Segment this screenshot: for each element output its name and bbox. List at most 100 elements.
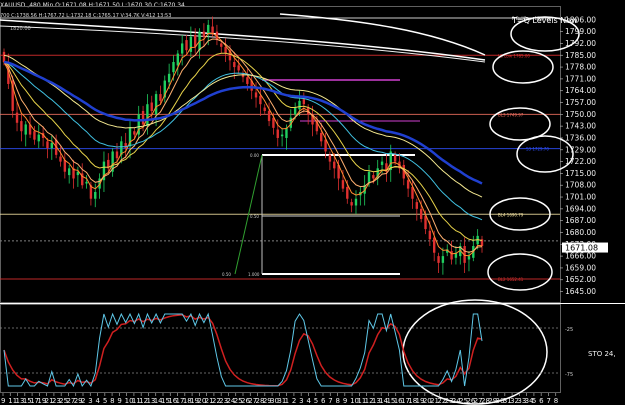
stoch-tick-label-1: -75 bbox=[565, 372, 573, 378]
time-tick-label-75: 7 bbox=[546, 397, 550, 405]
candle-body bbox=[333, 161, 336, 169]
candle-body bbox=[59, 156, 62, 162]
candle-body bbox=[293, 107, 297, 115]
candle-body bbox=[224, 46, 227, 54]
time-tick-label-42: 4 bbox=[306, 397, 311, 405]
candle-body bbox=[263, 107, 266, 111]
price-axis[interactable]: 1806.001799.001792.001785.001778.001771.… bbox=[560, 15, 608, 378]
candle-body bbox=[428, 230, 432, 240]
price-tick-label-17: 1687.00 bbox=[565, 216, 596, 225]
time-tick-label-13: 4 bbox=[96, 397, 101, 405]
candle-body bbox=[220, 43, 223, 47]
annotation-oval-6 bbox=[402, 299, 548, 405]
price-tick-label-10: 1736.00 bbox=[565, 133, 596, 142]
candle-body bbox=[194, 35, 197, 47]
candle-body bbox=[24, 124, 27, 135]
candle-body bbox=[124, 143, 127, 149]
time-tick-label-11: 2 bbox=[81, 397, 85, 405]
annotation-oval-5 bbox=[487, 253, 553, 291]
price-tick-label-3: 1785.00 bbox=[565, 51, 596, 60]
candle-body bbox=[267, 110, 271, 122]
candle-body bbox=[180, 43, 184, 54]
time-tick-label-16: 9 bbox=[117, 397, 121, 405]
chart-window[interactable]: XAUUSD ,480 Min O:1671.08 H:1671.50 L:16… bbox=[0, 0, 625, 405]
candle-body bbox=[415, 202, 419, 209]
candle-body bbox=[20, 121, 23, 132]
price-tick-label-21: 1659.00 bbox=[565, 263, 596, 272]
candle-body bbox=[372, 175, 375, 179]
price-tick-label-6: 1764.00 bbox=[565, 86, 596, 95]
price-tick-label-14: 1708.00 bbox=[565, 181, 596, 190]
candle-body bbox=[94, 191, 97, 199]
ma-cyan bbox=[3, 61, 483, 221]
candle-body bbox=[159, 94, 162, 101]
price-chart[interactable]: 0.000.500.50 1.000 R BullOver 1807.10LB L… bbox=[0, 0, 625, 405]
price-tick-label-4: 1778.00 bbox=[565, 63, 596, 72]
candle-body bbox=[63, 159, 67, 172]
candle-body bbox=[380, 161, 384, 165]
candle-body bbox=[150, 102, 153, 111]
candle-body bbox=[346, 186, 349, 199]
price-tick-label-2: 1792.00 bbox=[565, 39, 596, 48]
overlay-title: T=Q Levels New bbox=[511, 16, 578, 25]
candle-body bbox=[207, 24, 210, 34]
candle-body bbox=[246, 77, 249, 84]
candle-body bbox=[328, 154, 332, 162]
candle-body bbox=[185, 40, 188, 51]
fib-label-3: 1.000 bbox=[248, 272, 260, 277]
fib-label-2: 0.50 bbox=[222, 272, 231, 277]
candle-body bbox=[467, 256, 471, 260]
ma-fast-orange bbox=[3, 32, 483, 257]
candle-body bbox=[141, 110, 145, 125]
time-axis[interactable]: 9 111315171921232527292 3 4 5 8 9 1011121314151… bbox=[1, 393, 558, 405]
annotation-ovals bbox=[402, 16, 580, 405]
candle-body bbox=[237, 65, 240, 71]
stoch-tick-label-0: -25 bbox=[565, 327, 573, 333]
time-tick-label-45: 7 bbox=[328, 397, 332, 405]
candle-body bbox=[350, 202, 353, 206]
candle-body bbox=[115, 151, 119, 159]
candle-body bbox=[406, 180, 410, 189]
candle-body bbox=[341, 180, 345, 189]
candle-body bbox=[15, 112, 19, 123]
candle-body bbox=[280, 134, 284, 137]
time-tick-label-41: 3 bbox=[299, 397, 303, 405]
price-tick-label-7: 1757.00 bbox=[565, 98, 596, 107]
time-tick-label-39: 1 bbox=[285, 397, 289, 405]
candle-body bbox=[354, 198, 358, 206]
time-tick-label-0: 9 bbox=[1, 397, 5, 405]
price-tick-label-13: 1715.00 bbox=[565, 169, 596, 178]
time-tick-label-74: 6 bbox=[539, 397, 544, 405]
price-tick-label-15: 1701.00 bbox=[565, 193, 596, 202]
time-tick-label-73: 5 bbox=[532, 397, 536, 405]
level-label-5: BL2 1652.41 bbox=[498, 277, 524, 282]
price-tick-label-5: 1771.00 bbox=[565, 74, 596, 83]
candle-body bbox=[37, 134, 40, 142]
candle-body bbox=[419, 208, 423, 219]
candle-body bbox=[259, 95, 262, 105]
price-tick-label-9: 1743.00 bbox=[565, 122, 596, 131]
candle-body bbox=[437, 256, 440, 263]
candle-body bbox=[254, 92, 258, 98]
candle-body bbox=[176, 53, 180, 66]
candle-body bbox=[211, 26, 214, 34]
fib-label-1: 0.50 bbox=[250, 214, 259, 219]
level-label-2: BL3 1749.97 bbox=[498, 112, 524, 117]
candle-body bbox=[202, 31, 206, 37]
price-tick-label-11: 1729.00 bbox=[565, 145, 596, 154]
candle-body bbox=[433, 237, 436, 253]
price-tick-label-22: 1652.00 bbox=[565, 275, 596, 284]
price-tick-label-18: 1680.00 bbox=[565, 228, 596, 237]
candle-body bbox=[50, 143, 53, 149]
current-price-label: 1671.08 bbox=[565, 244, 598, 253]
time-tick-label-12: 3 bbox=[88, 397, 92, 405]
candle-body bbox=[33, 131, 36, 140]
candle-body bbox=[367, 171, 371, 184]
time-tick-label-44: 6 bbox=[321, 397, 326, 405]
candle-body bbox=[233, 62, 236, 68]
candle-body bbox=[302, 99, 306, 105]
price-tick-label-16: 1694.00 bbox=[565, 204, 596, 213]
candle-body bbox=[441, 256, 445, 263]
candle-body bbox=[276, 129, 279, 138]
price-tick-label-20: 1666.00 bbox=[565, 252, 596, 261]
